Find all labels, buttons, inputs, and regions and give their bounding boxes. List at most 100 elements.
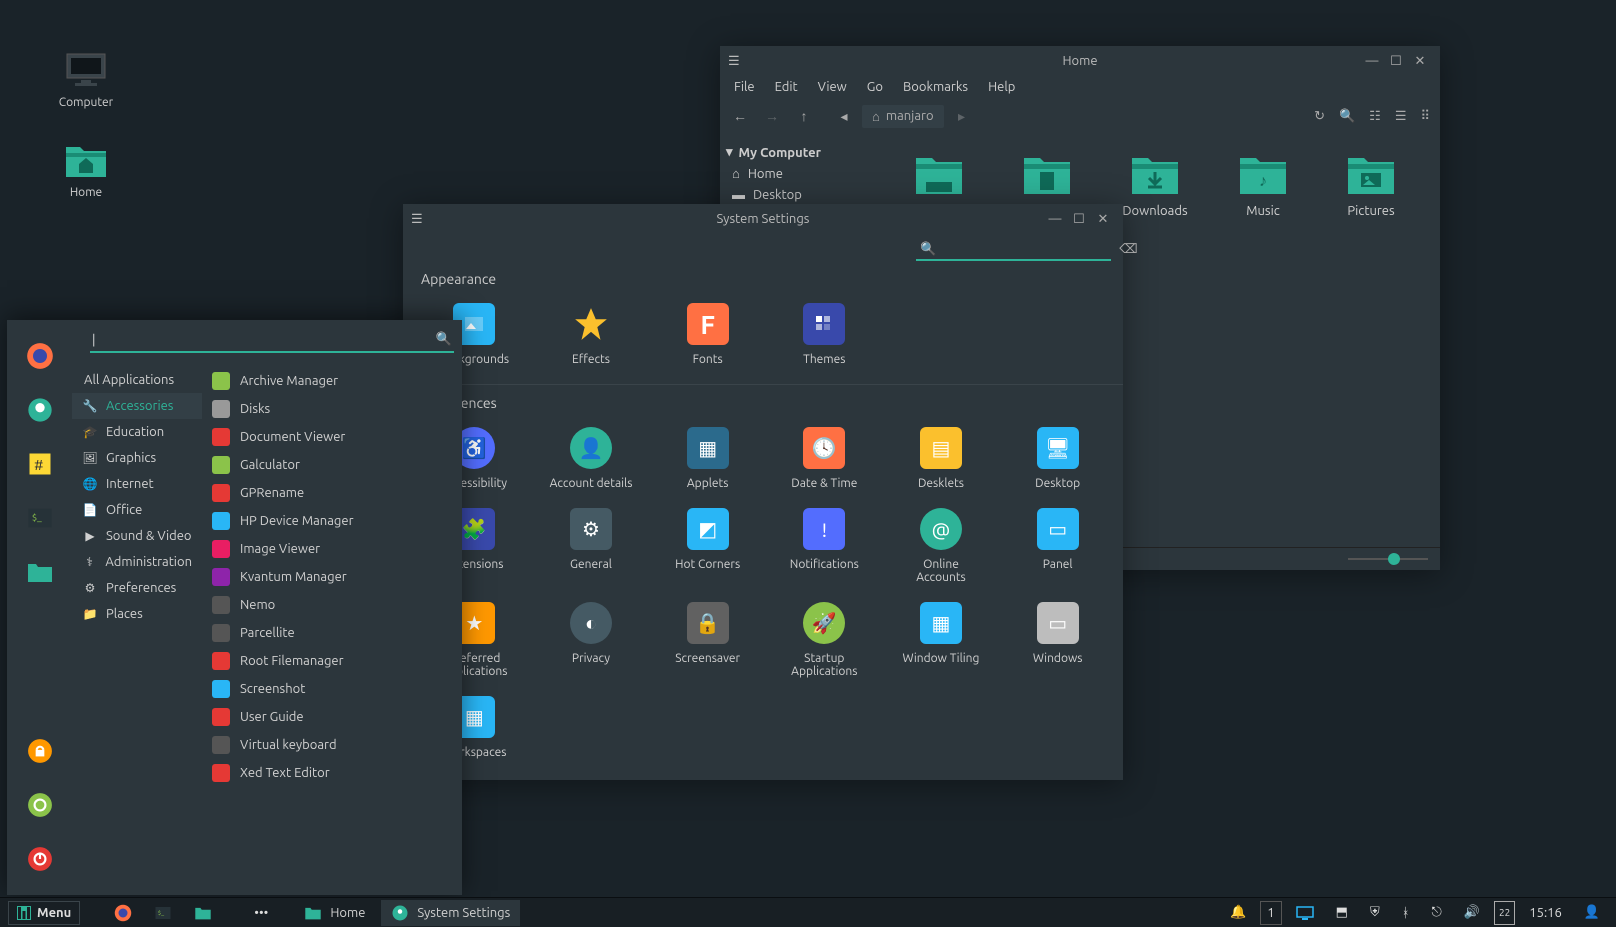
settings-notifications[interactable]: !Notifications [771, 508, 878, 584]
category-administration[interactable]: ⚕Administration [72, 549, 202, 575]
app-image-viewer[interactable]: Image Viewer [202, 535, 462, 563]
app-parcellite[interactable]: Parcellite [202, 619, 462, 647]
taskbar-overflow[interactable]: ••• [246, 901, 276, 925]
tray-clock[interactable]: 15:16 [1521, 901, 1570, 925]
taskbar-launcher-terminal[interactable]: $_ [146, 901, 180, 925]
settings-panel[interactable]: ▭Panel [1004, 508, 1111, 584]
app-kvantum-manager[interactable]: Kvantum Manager [202, 563, 462, 591]
category-accessories[interactable]: 🔧Accessories [72, 393, 202, 419]
category-preferences[interactable]: ⚙Preferences [72, 575, 202, 601]
nav-up-icon[interactable]: ↑ [794, 108, 814, 124]
nav-back-icon[interactable]: ← [730, 108, 750, 124]
settings-fonts[interactable]: FFonts [654, 303, 761, 366]
settings-date-&-time[interactable]: 🕓Date & Time [771, 427, 878, 490]
fav-firefox[interactable] [22, 338, 58, 374]
tray-network[interactable]: ⎋ [1424, 901, 1450, 925]
fav-lock[interactable] [22, 733, 58, 769]
taskbar-task-system-settings[interactable]: System Settings [381, 900, 520, 926]
category-places[interactable]: 📁Places [72, 601, 202, 627]
sidebar-my-computer[interactable]: ▾My Computer [720, 142, 870, 163]
nav-forward-icon[interactable]: → [762, 108, 782, 124]
hamburger-icon[interactable]: ☰ [411, 212, 423, 227]
settings-account-details[interactable]: 👤Account details [538, 427, 645, 490]
window-titlebar[interactable]: ☰ System Settings — ☐ ✕ [403, 204, 1123, 234]
desktop-icon-home[interactable]: Home [46, 140, 126, 199]
minimize-button[interactable]: — [1360, 49, 1384, 73]
category-all-applications[interactable]: All Applications [72, 367, 202, 393]
list-view-button[interactable]: ☰ [1395, 109, 1407, 124]
hamburger-icon[interactable]: ☰ [728, 54, 740, 69]
settings-windows[interactable]: ▭Windows [1004, 602, 1111, 678]
icon-view-button[interactable]: ☷ [1369, 109, 1381, 124]
sidebar-item-desktop[interactable]: ▬Desktop [720, 184, 870, 205]
app-menu-search-input[interactable] [100, 333, 436, 347]
app-archive-manager[interactable]: Archive Manager [202, 367, 462, 395]
tray-updates[interactable]: ⛨ [1362, 901, 1388, 925]
taskbar-menu-button[interactable]: Menu [8, 901, 80, 925]
fav-files[interactable] [22, 554, 58, 590]
app-document-viewer[interactable]: Document Viewer [202, 423, 462, 451]
category-office[interactable]: 📄Office [72, 497, 202, 523]
fav-notes[interactable]: # [22, 446, 58, 482]
settings-themes[interactable]: Themes [771, 303, 878, 366]
path-next-icon[interactable]: ▸ [952, 108, 972, 125]
app-root-filemanager[interactable]: Root Filemanager [202, 647, 462, 675]
app-galculator[interactable]: Galculator [202, 451, 462, 479]
category-education[interactable]: 🎓Education [72, 419, 202, 445]
category-sound---video[interactable]: ▶Sound & Video [72, 523, 202, 549]
tray-notifications[interactable]: 🔔 [1222, 901, 1254, 925]
app-screenshot[interactable]: Screenshot [202, 675, 462, 703]
settings-window-tiling[interactable]: ▦Window Tiling [888, 602, 995, 678]
taskbar-task-home[interactable]: Home [294, 900, 375, 926]
settings-hot-corners[interactable]: ◩Hot Corners [654, 508, 761, 584]
app-disks[interactable]: Disks [202, 395, 462, 423]
window-titlebar[interactable]: ☰ Home — ☐ ✕ [720, 46, 1440, 76]
close-button[interactable]: ✕ [1408, 49, 1432, 73]
folder-pictures[interactable]: Pictures [1322, 152, 1420, 262]
settings-effects[interactable]: Effects [538, 303, 645, 366]
settings-privacy[interactable]: ◐Privacy [538, 602, 645, 678]
tray-workspace[interactable]: 1 [1260, 901, 1281, 925]
search-icon[interactable]: 🔍 [1339, 109, 1355, 124]
menu-view[interactable]: View [818, 80, 847, 94]
fav-shutdown[interactable] [22, 841, 58, 877]
app-xed-text-editor[interactable]: Xed Text Editor [202, 759, 462, 787]
menu-bookmarks[interactable]: Bookmarks [903, 80, 968, 94]
app-hp-device-manager[interactable]: HP Device Manager [202, 507, 462, 535]
app-nemo[interactable]: Nemo [202, 591, 462, 619]
fav-settings[interactable] [22, 392, 58, 428]
refresh-icon[interactable]: ↻ [1314, 109, 1325, 124]
clear-search-icon[interactable]: ⌫ [1119, 242, 1137, 257]
menu-go[interactable]: Go [867, 80, 883, 94]
settings-screensaver[interactable]: 🔒Screensaver [654, 602, 761, 678]
settings-general[interactable]: ⚙General [538, 508, 645, 584]
zoom-slider[interactable] [1348, 558, 1428, 560]
sidebar-item-home[interactable]: ⌂Home [720, 163, 870, 184]
tray-bluetooth[interactable]: ᚼ [1394, 901, 1418, 925]
folder-music[interactable]: ♪Music [1214, 152, 1312, 262]
tray-volume[interactable]: 🔊 [1456, 901, 1488, 925]
path-prev-icon[interactable]: ◂ [834, 108, 854, 125]
settings-applets[interactable]: ▦Applets [654, 427, 761, 490]
app-gprename[interactable]: GPRename [202, 479, 462, 507]
minimize-button[interactable]: — [1043, 207, 1067, 231]
app-virtual-keyboard[interactable]: Virtual keyboard [202, 731, 462, 759]
path-segment-home[interactable]: ⌂ manjaro [862, 105, 944, 128]
fav-logout[interactable] [22, 787, 58, 823]
compact-view-button[interactable]: ⠿ [1420, 109, 1430, 124]
fav-terminal[interactable]: $_ [22, 500, 58, 536]
app-menu-search[interactable]: | 🔍 [90, 328, 454, 353]
close-button[interactable]: ✕ [1091, 207, 1115, 231]
settings-search-input[interactable] [942, 243, 1113, 257]
settings-desklets[interactable]: ▤Desklets [888, 427, 995, 490]
settings-online-accounts[interactable]: @Online Accounts [888, 508, 995, 584]
tray-battery[interactable]: 22 [1494, 901, 1515, 925]
tray-display[interactable] [1288, 901, 1322, 925]
menu-edit[interactable]: Edit [775, 80, 798, 94]
menu-help[interactable]: Help [988, 80, 1015, 94]
desktop-icon-computer[interactable]: Computer [46, 50, 126, 109]
maximize-button[interactable]: ☐ [1384, 49, 1408, 73]
taskbar-launcher-files[interactable] [186, 901, 220, 925]
settings-search[interactable]: 🔍 ⌫ [916, 240, 1111, 261]
app-user-guide[interactable]: User Guide [202, 703, 462, 731]
